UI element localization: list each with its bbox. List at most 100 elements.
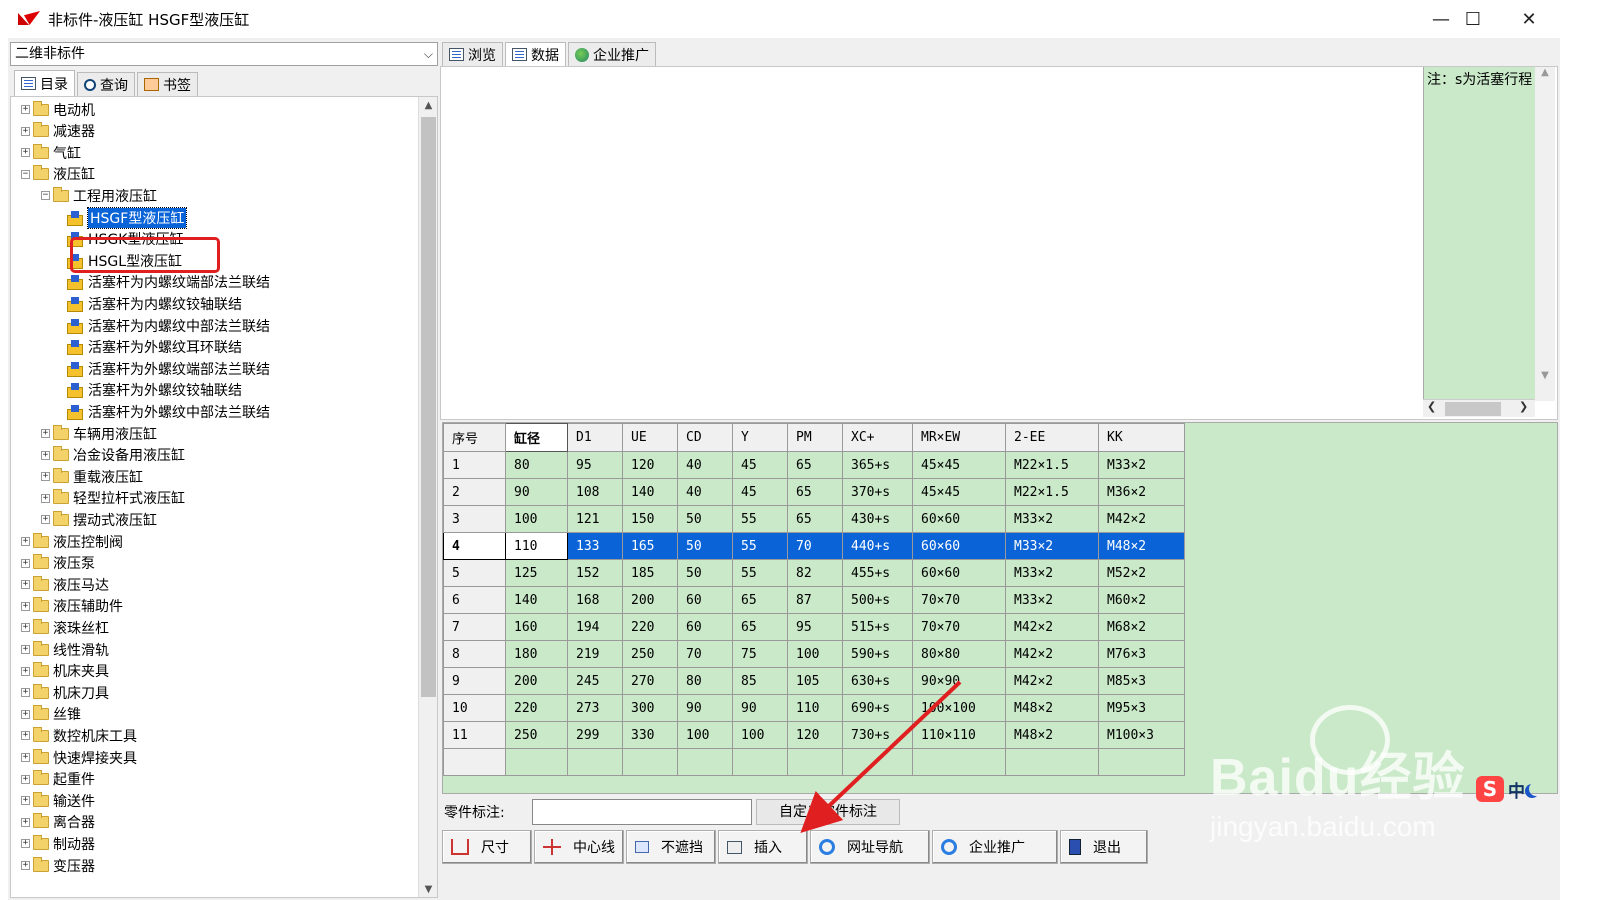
row-header-cell[interactable]: 8: [443, 640, 506, 668]
table-cell[interactable]: 87: [787, 586, 843, 614]
table-cell[interactable]: 100: [732, 721, 788, 749]
table-cell[interactable]: M42×2: [1098, 505, 1185, 533]
table-cell[interactable]: 55: [732, 505, 788, 533]
table-cell[interactable]: 82: [787, 559, 843, 587]
tree-scrollbar[interactable]: ▲ ▼: [418, 97, 437, 897]
table-cell[interactable]: 200: [505, 667, 568, 695]
note-hscrollbar[interactable]: ❮ ❯: [1423, 399, 1535, 417]
table-cell[interactable]: 105: [787, 667, 843, 695]
tree-leaf[interactable]: 活塞杆为内螺纹铰轴联结: [67, 293, 242, 314]
table-cell[interactable]: [677, 748, 733, 776]
column-header[interactable]: 缸径: [505, 423, 568, 452]
row-header-cell[interactable]: 2: [443, 478, 506, 506]
expand-icon[interactable]: +: [21, 839, 30, 849]
scroll-right-icon[interactable]: ❯: [1519, 400, 1528, 413]
tree-folder[interactable]: − 工程用液压缸: [41, 185, 157, 206]
tree-folder[interactable]: + 离合器: [21, 812, 95, 833]
table-cell[interactable]: [1005, 748, 1099, 776]
part-annotation-input[interactable]: [532, 799, 752, 825]
table-cell[interactable]: 168: [567, 586, 623, 614]
table-cell[interactable]: 70: [677, 640, 733, 668]
table-cell[interactable]: 220: [505, 694, 568, 722]
url-nav-button[interactable]: 网址导航: [810, 830, 930, 864]
expand-icon[interactable]: +: [21, 537, 30, 546]
table-row[interactable]: [443, 748, 1185, 776]
table-cell[interactable]: 140: [505, 586, 568, 614]
table-cell[interactable]: 140: [622, 478, 678, 506]
expand-icon[interactable]: +: [41, 472, 50, 482]
table-cell[interactable]: M48×2: [1005, 721, 1099, 749]
tree-leaf[interactable]: 活塞杆为外螺纹中部法兰联结: [67, 401, 270, 422]
table-cell[interactable]: M42×2: [1005, 667, 1099, 695]
table-cell[interactable]: 370+s: [842, 478, 913, 506]
custom-annotation-button[interactable]: 自定义零件标注: [756, 799, 900, 825]
table-row[interactable]: 5 125 152 185 50 55 82 455+s 60×60 M33×2 M52×2: [443, 559, 1185, 587]
table-cell[interactable]: 690+s: [842, 694, 913, 722]
expand-icon[interactable]: +: [21, 731, 30, 741]
table-cell[interactable]: M33×2: [1098, 451, 1185, 479]
table-cell[interactable]: 220: [622, 613, 678, 641]
ime-indicator[interactable]: S 中: [1476, 775, 1562, 803]
table-cell[interactable]: M42×2: [1005, 613, 1099, 641]
table-cell[interactable]: 45×45: [912, 451, 1006, 479]
table-cell[interactable]: 120: [622, 451, 678, 479]
table-cell[interactable]: 40: [677, 451, 733, 479]
scroll-up-icon[interactable]: ▲: [419, 97, 437, 115]
table-cell[interactable]: 90: [505, 478, 568, 506]
row-header-cell[interactable]: 7: [443, 613, 506, 641]
tree-leaf[interactable]: 活塞杆为内螺纹中部法兰联结: [67, 315, 270, 336]
column-header[interactable]: PM: [787, 423, 843, 452]
catalog-tree[interactable]: ▲ ▼ + 电动机 + 减速器 + 气缸 − 液压缸 − 工程用液压缸 HSGF型液压缸 HSGK型液…: [10, 96, 438, 898]
tree-folder[interactable]: − 液压缸: [21, 164, 95, 185]
row-header-cell[interactable]: 3: [443, 505, 506, 533]
table-cell[interactable]: 273: [567, 694, 623, 722]
table-cell[interactable]: [505, 748, 568, 776]
table-cell[interactable]: M33×2: [1005, 586, 1099, 614]
table-cell[interactable]: 365+s: [842, 451, 913, 479]
tree-folder[interactable]: + 丝锥: [21, 704, 81, 725]
table-cell[interactable]: 180: [505, 640, 568, 668]
table-cell[interactable]: 500+s: [842, 586, 913, 614]
table-cell[interactable]: [567, 748, 623, 776]
tree-folder[interactable]: + 液压马达: [21, 574, 109, 595]
table-cell[interactable]: 45: [732, 451, 788, 479]
tree-leaf[interactable]: 活塞杆为外螺纹端部法兰联结: [67, 358, 270, 379]
expand-icon[interactable]: +: [21, 601, 30, 611]
tab-browse[interactable]: 浏览: [442, 42, 503, 66]
table-cell[interactable]: 60: [677, 613, 733, 641]
tab-bookmark[interactable]: 书签: [137, 72, 198, 96]
tab-search[interactable]: 查询: [77, 72, 135, 96]
table-cell[interactable]: 430+s: [842, 505, 913, 533]
table-cell[interactable]: 65: [787, 505, 843, 533]
expand-icon[interactable]: +: [21, 126, 30, 136]
table-cell[interactable]: 110×110: [912, 721, 1006, 749]
column-header[interactable]: MR×EW: [912, 423, 1006, 452]
row-header-cell[interactable]: 5: [443, 559, 506, 587]
tree-folder[interactable]: + 机床刀具: [21, 682, 109, 703]
table-cell[interactable]: 250: [505, 721, 568, 749]
table-cell[interactable]: 60×60: [912, 505, 1006, 533]
table-cell[interactable]: 90: [677, 694, 733, 722]
expand-icon[interactable]: +: [21, 558, 30, 568]
table-cell[interactable]: 100: [505, 505, 568, 533]
expand-icon[interactable]: +: [41, 429, 50, 438]
row-header-cell[interactable]: 10: [443, 694, 506, 722]
row-header-cell[interactable]: 6: [443, 586, 506, 614]
table-cell[interactable]: 100×100: [912, 694, 1006, 722]
table-cell[interactable]: 330: [622, 721, 678, 749]
table-cell[interactable]: 90: [732, 694, 788, 722]
tree-folder[interactable]: + 机床夹具: [21, 661, 109, 682]
table-cell[interactable]: [732, 748, 788, 776]
column-header[interactable]: UE: [622, 423, 678, 452]
table-cell[interactable]: 133: [567, 532, 623, 560]
tree-leaf[interactable]: 活塞杆为外螺纹耳环联结: [67, 337, 242, 358]
table-row[interactable]: 3 100 121 150 50 55 65 430+s 60×60 M33×2 M42×2: [443, 505, 1185, 533]
table-cell[interactable]: 85: [732, 667, 788, 695]
data-table[interactable]: 序号 缸径 D1 UE CD Y PM XC+ MR×EW 2-EE KK 1 80 95 120 40 45…: [443, 423, 1185, 776]
data-grid[interactable]: 序号 缸径 D1 UE CD Y PM XC+ MR×EW 2-EE KK 1 80 95 120 40 45…: [442, 422, 1558, 794]
table-cell[interactable]: 80×80: [912, 640, 1006, 668]
table-cell[interactable]: M60×2: [1098, 586, 1185, 614]
table-row[interactable]: 11 250 299 330 100 100 120 730+s 110×110 M48×2 M10…: [443, 721, 1185, 749]
table-cell[interactable]: M100×3: [1098, 721, 1185, 749]
table-cell[interactable]: 50: [677, 505, 733, 533]
